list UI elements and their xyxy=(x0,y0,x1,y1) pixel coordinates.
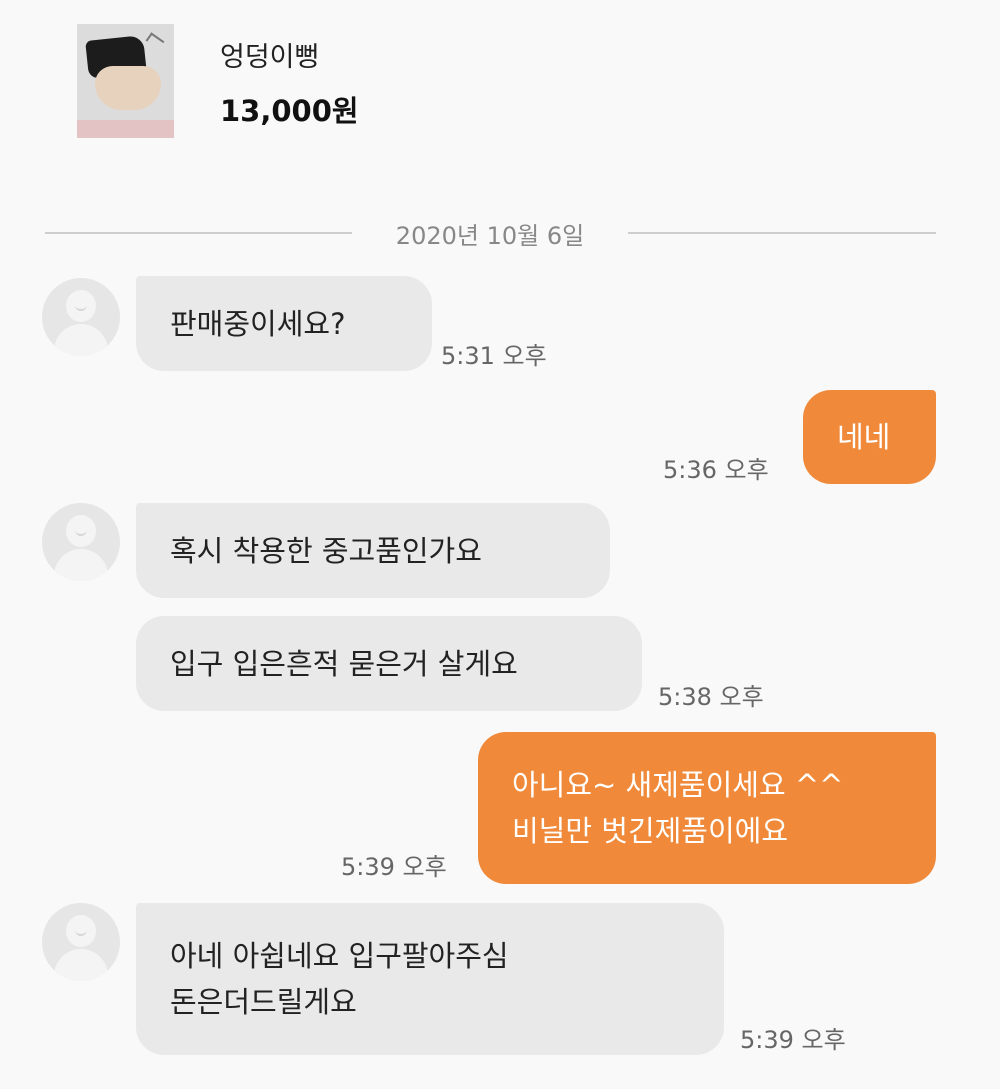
message-bubble-incoming: 판매중이세요? xyxy=(136,276,432,371)
message-text-line: 아니요~ 새제품이세요 ^^ xyxy=(512,768,844,802)
avatar-icon[interactable] xyxy=(42,503,120,581)
message-time: 5:31 오후 xyxy=(441,342,547,370)
message-bubble-outgoing: 아니요~ 새제품이세요 ^^ 비닐만 벗긴제품이에요 xyxy=(478,732,936,884)
message-text-line: 돈은더드릴게요 xyxy=(170,985,357,1019)
message-time: 5:38 오후 xyxy=(658,683,764,711)
message-text-line: 아네 아쉽네요 입구팔아주심 xyxy=(170,939,509,973)
message-time: 5:39 오후 xyxy=(740,1026,846,1054)
message-bubble-incoming: 입구 입은흔적 묻은거 살게요 xyxy=(136,616,642,711)
message-text: 입구 입은흔적 묻은거 살게요 xyxy=(170,646,518,681)
product-thumbnail[interactable] xyxy=(77,24,174,138)
message-text: 혹시 착용한 중고품인가요 xyxy=(170,533,482,568)
product-price: 13,000원 xyxy=(220,94,359,128)
date-divider: 2020년 10월 6일 xyxy=(395,222,585,250)
message-text: 네네 xyxy=(837,420,891,454)
divider-line-left xyxy=(45,232,352,234)
message-text: 판매중이세요? xyxy=(170,306,346,341)
message-bubble-incoming: 혹시 착용한 중고품인가요 xyxy=(136,503,610,598)
message-time: 5:39 오후 xyxy=(341,853,447,881)
avatar-icon[interactable] xyxy=(42,278,120,356)
chat-screen: 엉덩이뻥 13,000원 2020년 10월 6일 판매중이세요? 5:31 오… xyxy=(0,0,1000,1089)
product-name[interactable]: 엉덩이뻥 xyxy=(220,35,319,74)
message-bubble-incoming: 아네 아쉽네요 입구팔아주심 돈은더드릴게요 xyxy=(136,903,724,1055)
message-text-line: 비닐만 벗긴제품이에요 xyxy=(512,814,789,848)
avatar-icon[interactable] xyxy=(42,903,120,981)
message-bubble-outgoing: 네네 xyxy=(803,390,936,484)
divider-line-right xyxy=(628,232,936,234)
message-time: 5:36 오후 xyxy=(663,456,769,484)
